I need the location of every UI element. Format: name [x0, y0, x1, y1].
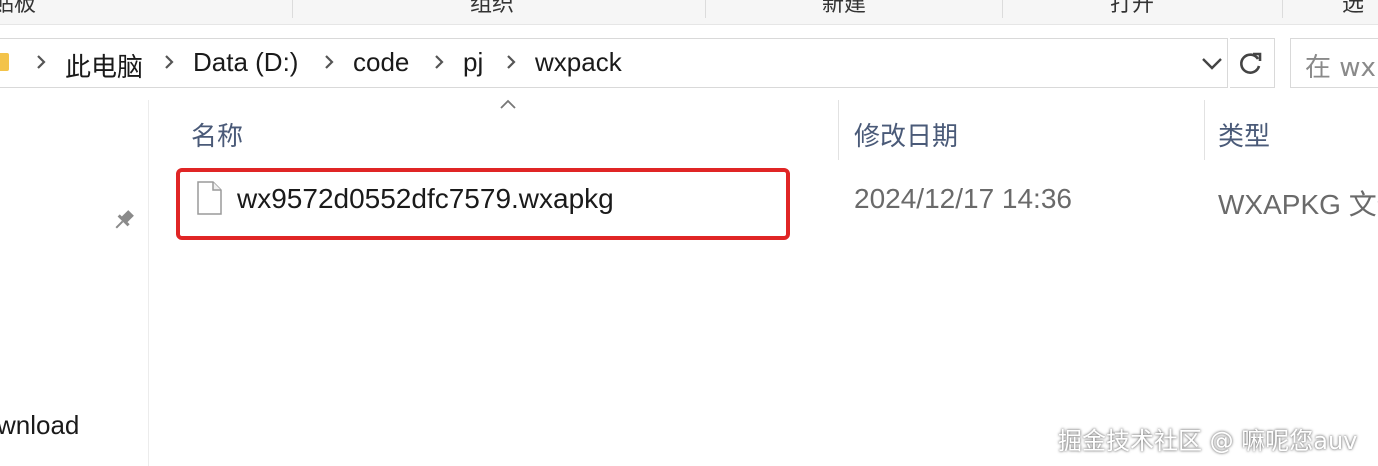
ribbon-group-select[interactable]: 选	[1342, 0, 1364, 18]
folder-icon	[0, 53, 9, 71]
search-input[interactable]: 在 wx	[1305, 47, 1376, 84]
column-header-type[interactable]: 类型	[1218, 116, 1270, 153]
ribbon-group-new[interactable]: 新建	[822, 0, 866, 18]
column-separator[interactable]	[1204, 100, 1205, 160]
ribbon-group-organize[interactable]: 组织	[470, 0, 514, 18]
chevron-right-icon[interactable]	[35, 53, 47, 71]
breadcrumb-wxpack[interactable]: wxpack	[535, 47, 622, 78]
pin-icon[interactable]	[110, 206, 138, 234]
ribbon-group-open[interactable]: 打开	[1110, 0, 1154, 18]
navigation-pane: wnload	[0, 100, 149, 466]
ribbon-group-clipboard[interactable]: 剪贴板	[0, 0, 36, 18]
ribbon-separator	[292, 0, 293, 18]
breadcrumb-code[interactable]: code	[353, 47, 409, 78]
breadcrumb-this-pc[interactable]: 此电脑	[65, 47, 143, 84]
ribbon-separator	[1002, 0, 1003, 18]
nav-item-downloads[interactable]: wnload	[0, 410, 79, 441]
highlight-annotation-box	[176, 168, 790, 240]
ribbon-separator	[705, 0, 706, 18]
address-bar[interactable]: 此电脑 Data (D:) code pj wxpack	[0, 38, 1228, 88]
breadcrumb-pj[interactable]: pj	[463, 47, 483, 78]
column-header-name[interactable]: 名称	[191, 116, 243, 153]
chevron-right-icon[interactable]	[163, 53, 175, 71]
ribbon-separator	[1282, 0, 1283, 18]
file-modified-date: 2024/12/17 14:36	[854, 183, 1072, 214]
chevron-right-icon[interactable]	[505, 53, 517, 71]
sort-up-icon	[500, 99, 516, 109]
watermark: 掘金技术社区 @ 嘛呢您auv	[1058, 427, 1358, 455]
breadcrumb-data-drive[interactable]: Data (D:)	[193, 47, 298, 78]
ribbon: 剪贴板 组织 新建 打开 选	[0, 0, 1378, 25]
search-box[interactable]: 在 wx	[1290, 38, 1378, 88]
column-header-modified[interactable]: 修改日期	[854, 116, 958, 153]
chevron-right-icon[interactable]	[433, 53, 445, 71]
file-type: WXAPKG 文件	[1218, 189, 1378, 220]
chevron-right-icon[interactable]	[323, 53, 335, 71]
refresh-button[interactable]	[1230, 38, 1275, 88]
column-separator[interactable]	[838, 100, 839, 160]
refresh-icon	[1240, 52, 1262, 74]
chevron-down-icon[interactable]	[1199, 53, 1225, 73]
